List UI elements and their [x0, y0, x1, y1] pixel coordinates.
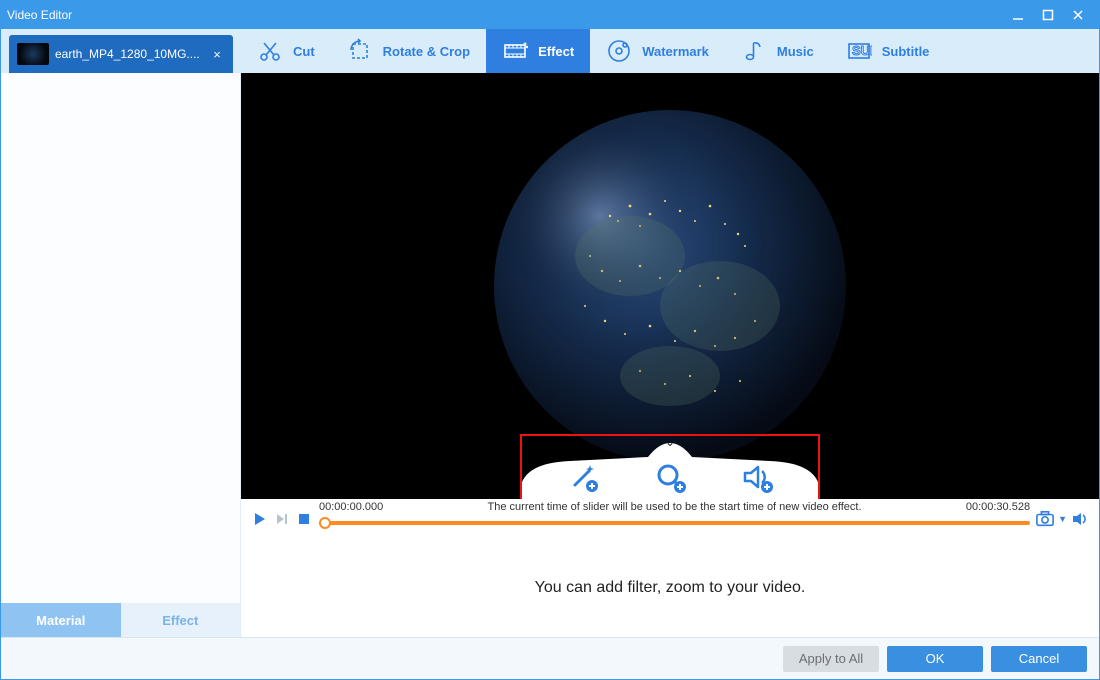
music-note-icon [741, 38, 767, 64]
timeline-playhead[interactable] [319, 517, 331, 529]
tab-watermark[interactable]: Watermark [590, 29, 725, 73]
step-button[interactable] [273, 510, 291, 528]
playback-controls [251, 510, 313, 528]
tab-subtitle[interactable]: SUB Subtitle [830, 29, 946, 73]
subtitle-icon: SUB [846, 38, 872, 64]
video-preview: ⌄ [241, 73, 1099, 499]
svg-text:SUB: SUB [852, 43, 872, 58]
sidetab-material-label: Material [36, 613, 85, 628]
filmstrip-icon [502, 38, 528, 64]
tab-watermark-label: Watermark [642, 44, 709, 59]
file-tab-area: earth_MP4_1280_10MG.... × [1, 29, 241, 73]
window-title: Video Editor [7, 8, 1003, 22]
volume-button[interactable] [1071, 510, 1089, 528]
body: Material Effect [1, 73, 1099, 637]
ok-button[interactable]: OK [887, 646, 983, 672]
watermark-icon [606, 38, 632, 64]
time-current: 00:00:00.000 [319, 501, 383, 513]
tab-music-label: Music [777, 44, 814, 59]
sidetab-effect-label: Effect [162, 613, 198, 628]
stop-button[interactable] [295, 510, 313, 528]
tab-cut[interactable]: Cut [241, 29, 331, 73]
lower-hint-text: You can add filter, zoom to your video. [535, 579, 806, 597]
snapshot-button[interactable] [1036, 510, 1054, 528]
lower-panel: You can add filter, zoom to your video. [241, 539, 1099, 637]
time-total: 00:00:30.528 [966, 501, 1030, 513]
timeline-track-area: 00:00:00.000 The current time of slider … [319, 499, 1030, 539]
minimize-button[interactable] [1003, 1, 1033, 29]
sidebar-content [1, 73, 240, 603]
file-close-icon[interactable]: × [209, 47, 225, 62]
tab-rotate-crop[interactable]: Rotate & Crop [331, 29, 486, 73]
file-tab[interactable]: earth_MP4_1280_10MG.... × [9, 35, 233, 73]
timeline-track[interactable] [319, 521, 1030, 525]
timeline-right-controls: ▼ [1036, 510, 1089, 528]
snapshot-dropdown-icon[interactable]: ▼ [1058, 514, 1067, 524]
content-area: ⌄ [241, 73, 1099, 637]
sidebar-tabs: Material Effect [1, 603, 240, 637]
tab-rotate-label: Rotate & Crop [383, 44, 470, 59]
timeline-hint: The current time of slider will be used … [488, 501, 862, 513]
ok-label: OK [926, 651, 945, 666]
tab-effect[interactable]: Effect [486, 29, 590, 73]
maximize-button[interactable] [1033, 1, 1063, 29]
toolbar: earth_MP4_1280_10MG.... × Cut Rotate & C… [1, 29, 1099, 73]
app-window: Video Editor earth_MP4_1280_10MG.... × C… [0, 0, 1100, 680]
sidetab-effect[interactable]: Effect [121, 603, 241, 637]
tab-effect-label: Effect [538, 44, 574, 59]
file-name: earth_MP4_1280_10MG.... [55, 47, 209, 61]
footer: Apply to All OK Cancel [1, 637, 1099, 679]
preview-frame-image [490, 106, 850, 466]
sidebar: Material Effect [1, 73, 241, 637]
play-button[interactable] [251, 510, 269, 528]
scissors-icon [257, 38, 283, 64]
apply-to-all-label: Apply to All [799, 651, 863, 666]
tab-cut-label: Cut [293, 44, 315, 59]
crop-rotate-icon [347, 38, 373, 64]
cancel-label: Cancel [1019, 651, 1059, 666]
main-tabs: Cut Rotate & Crop Effect Watermark [241, 29, 1099, 73]
file-thumbnail [17, 43, 49, 65]
tab-music[interactable]: Music [725, 29, 830, 73]
cancel-button[interactable]: Cancel [991, 646, 1087, 672]
title-bar: Video Editor [1, 1, 1099, 29]
annotation-highlight-box [520, 434, 820, 499]
tab-subtitle-label: Subtitle [882, 44, 930, 59]
sidetab-material[interactable]: Material [1, 603, 121, 637]
timeline: 00:00:00.000 The current time of slider … [241, 499, 1099, 539]
close-button[interactable] [1063, 1, 1093, 29]
apply-to-all-button[interactable]: Apply to All [783, 646, 879, 672]
